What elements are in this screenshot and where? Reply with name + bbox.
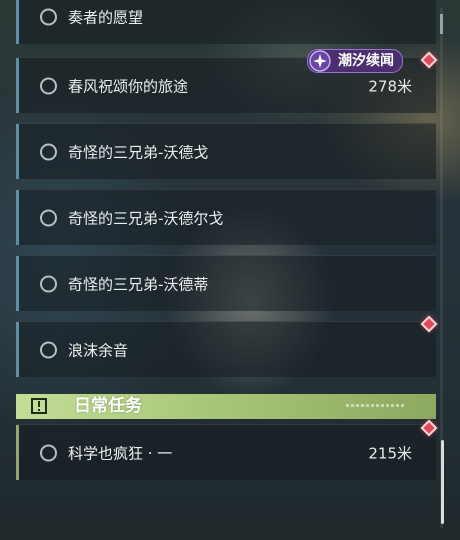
quest-list: 奏者的愿望 春风祝颂你的旅途 278米 奇怪的三兄弟-沃德戈 奇怪的三兄弟-沃德…: [0, 0, 460, 540]
quest-item[interactable]: 科学也疯狂 · 一 215米: [16, 424, 436, 480]
quest-accent-bar: [16, 0, 19, 44]
quest-title: 科学也疯狂 · 一: [68, 444, 173, 462]
sparkle-icon: [309, 50, 331, 72]
quest-status-circle-icon: [40, 341, 57, 358]
quest-item[interactable]: 奏者的愿望: [16, 0, 436, 44]
category-label: 日常任务: [74, 396, 142, 416]
scrollbar-thumb[interactable]: [441, 440, 444, 524]
quest-status-circle-icon: [40, 143, 57, 160]
quest-distance: 215米: [368, 444, 412, 462]
quest-accent-bar: [16, 190, 19, 245]
quest-item[interactable]: 奇怪的三兄弟-沃德尔戈: [16, 189, 436, 245]
quest-item[interactable]: 奇怪的三兄弟-沃德戈: [16, 123, 436, 179]
quest-status-circle-icon: [40, 444, 57, 461]
alert-icon: [31, 398, 47, 414]
quest-title: 奇怪的三兄弟-沃德尔戈: [68, 209, 224, 227]
quest-status-circle-icon: [40, 275, 57, 292]
quest-title: 浪沫余音: [68, 341, 129, 359]
quest-item[interactable]: 浪沫余音: [16, 321, 436, 377]
quest-item[interactable]: 奇怪的三兄弟-沃德蒂: [16, 255, 436, 311]
quest-distance: 278米: [368, 77, 412, 95]
event-badge: 潮汐续闻: [307, 49, 403, 73]
quest-accent-bar: [16, 124, 19, 179]
event-badge-label: 潮汐续闻: [338, 53, 394, 69]
quest-status-circle-icon: [40, 77, 57, 94]
quest-accent-bar: [16, 58, 19, 113]
scrollbar-top-marker: [440, 14, 443, 34]
quest-accent-bar: [16, 256, 19, 311]
quest-accent-bar: [16, 322, 19, 377]
quest-accent-bar: [16, 425, 19, 480]
quest-status-circle-icon: [40, 8, 57, 25]
quest-title: 奇怪的三兄弟-沃德戈: [68, 143, 209, 161]
quest-title: 春风祝颂你的旅途: [68, 77, 189, 95]
quest-title: 奏者的愿望: [68, 8, 144, 26]
quest-status-circle-icon: [40, 209, 57, 226]
quest-title: 奇怪的三兄弟-沃德蒂: [68, 275, 209, 293]
header-decoration: [346, 404, 406, 407]
daily-quests-header[interactable]: 日常任务: [16, 394, 436, 419]
